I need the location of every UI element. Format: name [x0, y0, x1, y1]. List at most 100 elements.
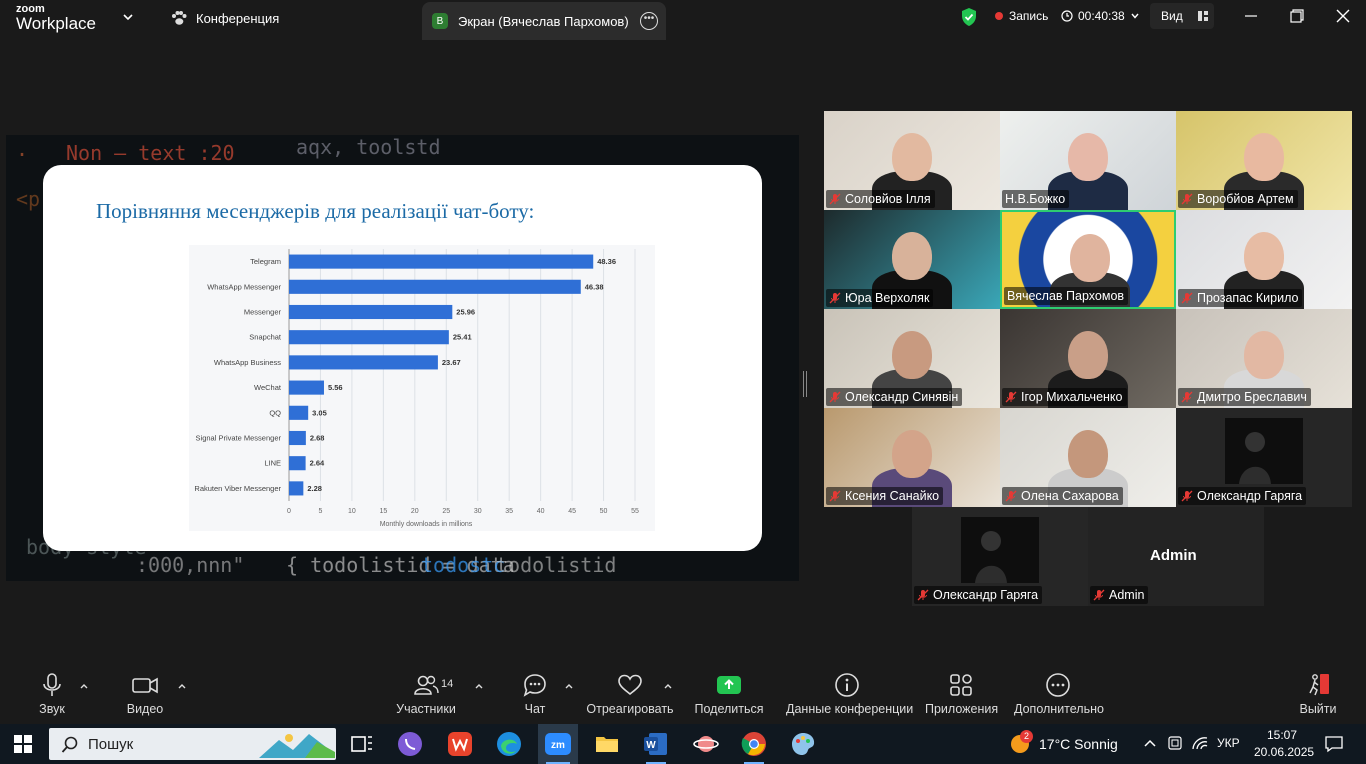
chevron-up-icon[interactable]: [565, 682, 573, 690]
edge-browser-icon[interactable]: [496, 731, 522, 757]
participant-tile[interactable]: Олександр Гаряга: [912, 507, 1088, 606]
mic-muted-icon: [1181, 490, 1193, 502]
person-head: [1068, 133, 1108, 181]
screen-tab-label: Экран (Вячеслав Пархомов): [458, 13, 629, 29]
participants-count: 14: [441, 678, 454, 690]
taskbar-search[interactable]: Пошук: [49, 728, 336, 760]
participant-tile[interactable]: Ігор Михальченко: [1000, 309, 1176, 408]
chevron-up-icon[interactable]: [664, 682, 672, 690]
close-icon[interactable]: [1335, 8, 1351, 24]
category-label: WeChat: [254, 383, 282, 392]
more-label: Дополнительно: [1014, 702, 1104, 716]
participant-name-bar: Ігор Михальченко: [1002, 388, 1127, 406]
chevron-up-icon[interactable]: [178, 682, 186, 690]
paint-app-icon[interactable]: [790, 731, 816, 757]
viber-icon[interactable]: [397, 731, 423, 757]
recording-indicator[interactable]: Запись: [995, 9, 1048, 23]
participant-tile[interactable]: Прозапас Кирило: [1176, 210, 1352, 309]
wifi-icon[interactable]: [1191, 735, 1209, 751]
resize-handle[interactable]: [803, 371, 807, 397]
clock-date[interactable]: 20.06.2025: [1254, 745, 1314, 759]
video-camera-icon: [132, 677, 158, 694]
gallery-row-extra: Олександр Гаряга Admin: [912, 507, 1264, 606]
chrome-icon[interactable]: [741, 731, 767, 757]
language-indicator[interactable]: УКР: [1217, 736, 1240, 750]
bar: [289, 254, 594, 269]
participant-name: Юра Верхоляк: [845, 291, 930, 305]
participant-tile[interactable]: Дмитро Бреславич: [1176, 309, 1352, 408]
participant-tile[interactable]: Н.В.Божко: [1000, 111, 1176, 210]
participant-gallery: Соловйов Ілля Н.В.Божко Воробйов Артем Юра …: [824, 111, 1352, 507]
shield-check-icon[interactable]: [960, 7, 978, 27]
apps-button[interactable]: Приложения: [925, 672, 998, 716]
weather-text[interactable]: 17°C Sonnig: [1039, 736, 1118, 752]
audio-button[interactable]: Звук: [36, 672, 68, 716]
chevron-up-icon[interactable]: [1143, 738, 1157, 748]
file-explorer-icon[interactable]: [594, 731, 620, 757]
participant-name-bar: Вячеслав Пархомов: [1004, 287, 1129, 305]
task-view-icon[interactable]: [349, 731, 375, 757]
notifications-icon[interactable]: [1324, 734, 1344, 754]
bar: [289, 304, 453, 320]
bar: [289, 355, 438, 370]
zoom-app-icon[interactable]: zm: [545, 731, 571, 757]
slide-title: Порівняння месенджерів для реалізації ча…: [96, 199, 535, 223]
participant-name: Admin: [1109, 588, 1145, 602]
word-icon[interactable]: W: [643, 731, 669, 757]
more-icon[interactable]: •••: [640, 12, 658, 30]
participant-tile[interactable]: Олександр Гаряга: [1176, 408, 1352, 507]
meeting-timer[interactable]: 00:40:38: [1061, 9, 1140, 23]
category-label: QQ: [269, 408, 281, 417]
leave-button[interactable]: Выйти: [1298, 672, 1338, 716]
more-button[interactable]: Дополнительно: [1014, 672, 1104, 716]
view-button[interactable]: Вид: [1150, 3, 1214, 29]
x-tick-label: 25: [442, 508, 450, 515]
participant-tile[interactable]: Ксения Санайко: [824, 408, 1000, 507]
share-label: Поделиться: [694, 702, 764, 716]
participant-tile[interactable]: Вячеслав Пархомов: [1000, 210, 1176, 309]
participant-tile[interactable]: Соловйов Ілля: [824, 111, 1000, 210]
mic-muted-icon: [829, 490, 841, 502]
microphone-icon: [43, 673, 61, 696]
participant-name-bar: Олександр Синявін: [826, 388, 963, 406]
participant-tile[interactable]: Олена Сахарова: [1000, 408, 1176, 507]
leave-icon: [1309, 674, 1329, 696]
screen-share-tab[interactable]: В Экран (Вячеслав Пархомов) •••: [422, 2, 666, 40]
participant-name-bar: Н.В.Божко: [1002, 190, 1070, 208]
leave-label: Выйти: [1299, 702, 1337, 716]
value-label: 2.68: [310, 434, 325, 443]
clock-time[interactable]: 15:07: [1267, 728, 1297, 742]
participant-name-bar: Прозапас Кирило: [1178, 289, 1303, 307]
value-label: 23.67: [442, 358, 461, 367]
windows-start-icon[interactable]: [14, 735, 32, 753]
wps-office-icon[interactable]: [447, 731, 473, 757]
person-head: [892, 331, 932, 379]
avatar: [961, 517, 1039, 583]
value-label: 5.56: [328, 383, 343, 392]
participant-name-bar: Воробйов Артем: [1178, 190, 1298, 208]
participant-name-bar: Дмитро Бреславич: [1178, 388, 1311, 406]
share-button[interactable]: Поделиться: [694, 672, 764, 716]
react-button[interactable]: Отреагировать: [586, 672, 674, 716]
chevron-up-icon[interactable]: [475, 682, 483, 690]
participant-tile[interactable]: Юра Верхоляк: [824, 210, 1000, 309]
mic-muted-icon: [829, 193, 841, 205]
restore-icon[interactable]: [1289, 8, 1305, 24]
video-button[interactable]: Видео: [120, 672, 170, 716]
meeting-info-button[interactable]: Данные конференции: [786, 672, 913, 716]
meet-now-icon[interactable]: [1167, 735, 1183, 751]
profile-photo-icon: [961, 517, 1039, 583]
minimize-icon[interactable]: [1243, 8, 1259, 24]
chevron-down-icon[interactable]: [122, 11, 134, 23]
category-label: Snapchat: [249, 333, 282, 342]
person-head: [1068, 331, 1108, 379]
chat-button[interactable]: Чат: [520, 672, 550, 716]
planet-app-icon[interactable]: [693, 731, 719, 757]
conference-button[interactable]: Конференция: [170, 10, 279, 26]
bar-chart: 0 5 10 15 20 25 30 35 40 45 50 55 Telegram 48.36 Whats…: [189, 245, 655, 531]
x-tick-label: 40: [537, 508, 545, 515]
category-label: WhatsApp Business: [214, 358, 281, 367]
participant-tile[interactable]: Воробйов Артем: [1176, 111, 1352, 210]
participant-tile[interactable]: Олександр Синявін: [824, 309, 1000, 408]
chevron-up-icon[interactable]: [80, 682, 88, 690]
